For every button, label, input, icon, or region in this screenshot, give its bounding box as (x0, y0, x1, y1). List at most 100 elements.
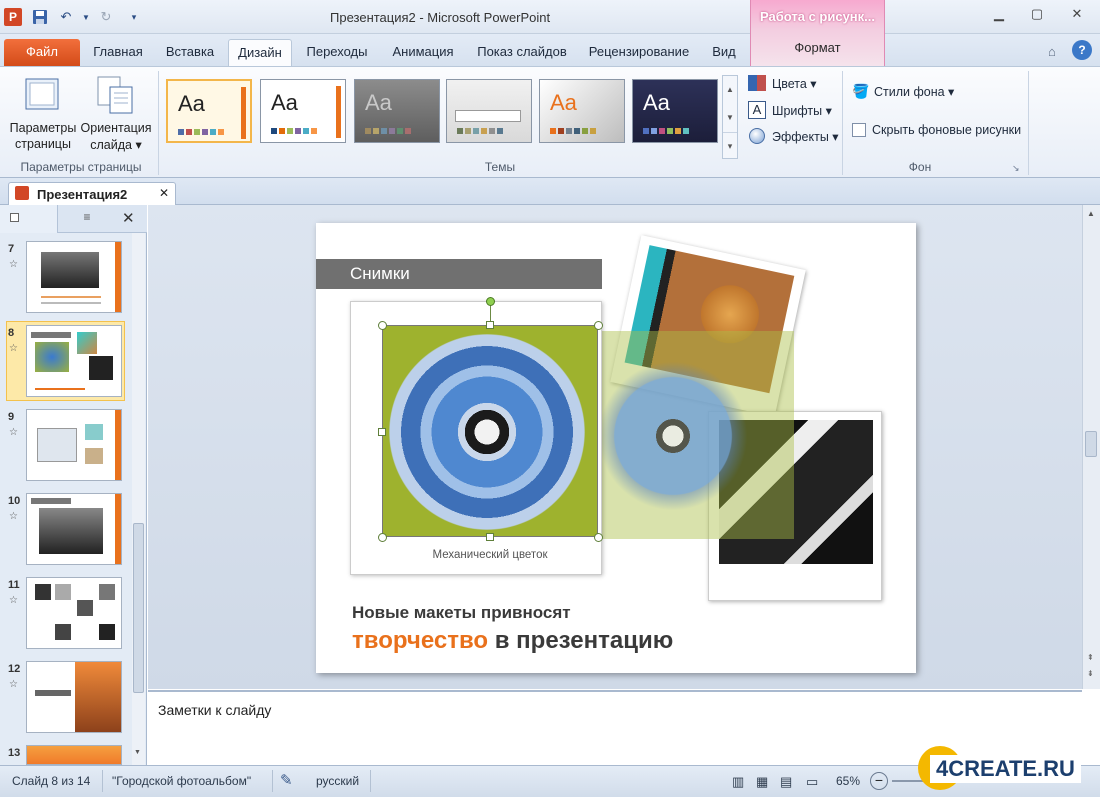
notes-placeholder[interactable]: Заметки к слайду (158, 702, 271, 718)
tab-format[interactable]: Формат (751, 40, 884, 55)
language-indicator[interactable]: русский (316, 774, 359, 788)
resize-handle-tr[interactable] (594, 321, 603, 330)
gallery-more-icon[interactable]: ▾ (723, 132, 737, 158)
tab-slideshow[interactable]: Показ слайдов (468, 39, 576, 67)
ribbon: Параметры страницы Ориентация слайда ▾ П… (0, 66, 1100, 178)
theme-name[interactable]: "Городской фотоальбом" (112, 774, 251, 788)
prev-slide-icon[interactable]: ⇞ (1087, 653, 1094, 662)
tab-view[interactable]: Вид (702, 39, 746, 67)
normal-view-icon[interactable]: ▥ (732, 774, 744, 790)
slide-thumb-7[interactable] (26, 241, 122, 313)
customize-qat-icon[interactable]: ▾ (124, 7, 144, 27)
resize-handle-t[interactable] (486, 321, 494, 329)
slide-subtitle[interactable]: Новые макеты привносят (352, 603, 571, 623)
close-window-button[interactable]: ✕ (1064, 4, 1090, 24)
dialog-launcher-icon[interactable]: ↘ (1012, 163, 1020, 174)
scroll-up-icon[interactable]: ▲ (1087, 209, 1095, 218)
slide-thumb-13[interactable] (26, 745, 122, 765)
resize-handle-bl[interactable] (378, 533, 387, 542)
redo-icon[interactable]: ↻ (96, 7, 116, 27)
theme-sample-text: Aa (550, 90, 577, 115)
slide-header-text[interactable]: Снимки (350, 264, 410, 284)
minimize-button[interactable]: ▁ (986, 4, 1012, 24)
ribbon-tabs: Файл Главная Вставка Дизайн Переходы Ани… (0, 34, 1100, 67)
maximize-button[interactable]: ▢ (1024, 4, 1050, 24)
status-separator (272, 770, 273, 792)
theme-swatches (271, 128, 317, 134)
tab-insert[interactable]: Вставка (156, 39, 224, 67)
resize-handle-tl[interactable] (378, 321, 387, 330)
theme-6[interactable]: Aa (632, 79, 718, 143)
tab-design[interactable]: Дизайн (228, 39, 292, 67)
tab-animation[interactable]: Анимация (382, 39, 464, 67)
photo-caption[interactable]: Механический цветок (382, 549, 598, 561)
slide-counter[interactable]: Слайд 8 из 14 (12, 774, 90, 788)
watermark-text: 4CREATE.RU (930, 755, 1081, 783)
slide-thumb-8[interactable] (26, 325, 122, 397)
powerpoint-logo-icon[interactable]: P (4, 8, 22, 26)
slide-number: 12 (8, 663, 21, 675)
theme-swatches (178, 129, 224, 135)
resize-handle-l[interactable] (378, 428, 386, 436)
theme-office[interactable]: Aa (166, 79, 252, 143)
zoom-level[interactable]: 65% (836, 774, 860, 788)
slide-thumb-11[interactable] (26, 577, 122, 649)
gallery-up-icon[interactable]: ▲ (723, 76, 737, 104)
slide-canvas[interactable]: Снимки Механический цветок Новые макеты … (316, 223, 916, 673)
theme-3[interactable]: Aa (354, 79, 440, 143)
status-separator (370, 770, 371, 792)
slide-thumb-9[interactable] (26, 409, 122, 481)
scrollbar-thumb[interactable] (133, 523, 144, 693)
gallery-down-icon[interactable]: ▼ (723, 104, 737, 132)
tab-home[interactable]: Главная (84, 39, 152, 67)
close-pane-icon[interactable]: ✕ (122, 209, 135, 227)
editor-scroll-thumb[interactable] (1085, 431, 1097, 457)
slide-thumb-10[interactable] (26, 493, 122, 565)
overlay-image[interactable] (578, 331, 794, 539)
help-icon[interactable]: ? (1072, 40, 1092, 60)
paint-bucket-icon: 🪣 (852, 83, 870, 99)
reading-view-icon[interactable]: ▤ (780, 774, 792, 790)
group-separator (1028, 71, 1029, 175)
save-icon[interactable] (30, 7, 50, 27)
slide-title[interactable]: творчество в презентацию (352, 627, 673, 655)
tab-file[interactable]: Файл (4, 39, 80, 67)
flower-photo-selected[interactable] (382, 325, 598, 537)
undo-dropdown-icon[interactable]: ▼ (76, 7, 96, 27)
slides-pane-scrollbar[interactable]: ▼ (132, 233, 145, 765)
page-setup-button[interactable]: Параметры страницы (8, 73, 78, 157)
zoom-out-button[interactable]: − (870, 772, 888, 790)
slide-sorter-icon[interactable]: ▦ (756, 774, 768, 790)
next-slide-icon[interactable]: ⇟ (1087, 669, 1094, 678)
tab-transitions[interactable]: Переходы (296, 39, 378, 67)
transition-star-icon: ☆ (9, 259, 18, 270)
spellcheck-icon[interactable]: ✎ (280, 771, 293, 789)
theme-swatches (643, 128, 689, 134)
document-tab-label: Презентация2 (37, 187, 128, 202)
transition-star-icon: ☆ (9, 595, 18, 606)
outline-tab-icon[interactable]: ≡ (62, 210, 112, 224)
transition-star-icon: ☆ (9, 679, 18, 690)
themes-gallery-scroll[interactable]: ▲ ▼ ▾ (722, 75, 738, 159)
theme-accent-bar (336, 86, 341, 138)
document-tab[interactable]: Презентация2 ✕ (8, 182, 176, 205)
resize-handle-br[interactable] (594, 533, 603, 542)
undo-icon[interactable]: ↶ (56, 7, 76, 27)
close-doc-icon[interactable]: ✕ (159, 186, 169, 200)
slides-tab-icon (10, 213, 19, 222)
theme-2[interactable]: Aa (260, 79, 346, 143)
rotation-handle[interactable] (486, 297, 495, 306)
slide-number: 11 (8, 579, 20, 591)
slide-thumb-12[interactable] (26, 661, 122, 733)
slides-tab[interactable] (0, 205, 58, 233)
editor-scrollbar[interactable]: ▲ ⇞ ⇟ (1082, 205, 1100, 689)
scroll-down-icon[interactable]: ▼ (134, 749, 141, 756)
hide-background-checkbox[interactable] (852, 123, 866, 137)
tab-review[interactable]: Рецензирование (580, 39, 698, 67)
theme-5[interactable]: Aa (539, 79, 625, 143)
minimize-ribbon-icon[interactable]: ⌂ (1048, 44, 1056, 59)
slide-orientation-button[interactable]: Ориентация слайда ▾ (80, 73, 152, 157)
resize-handle-b[interactable] (486, 533, 494, 541)
slideshow-view-icon[interactable]: ▭ (806, 774, 818, 790)
theme-4[interactable] (446, 79, 532, 143)
